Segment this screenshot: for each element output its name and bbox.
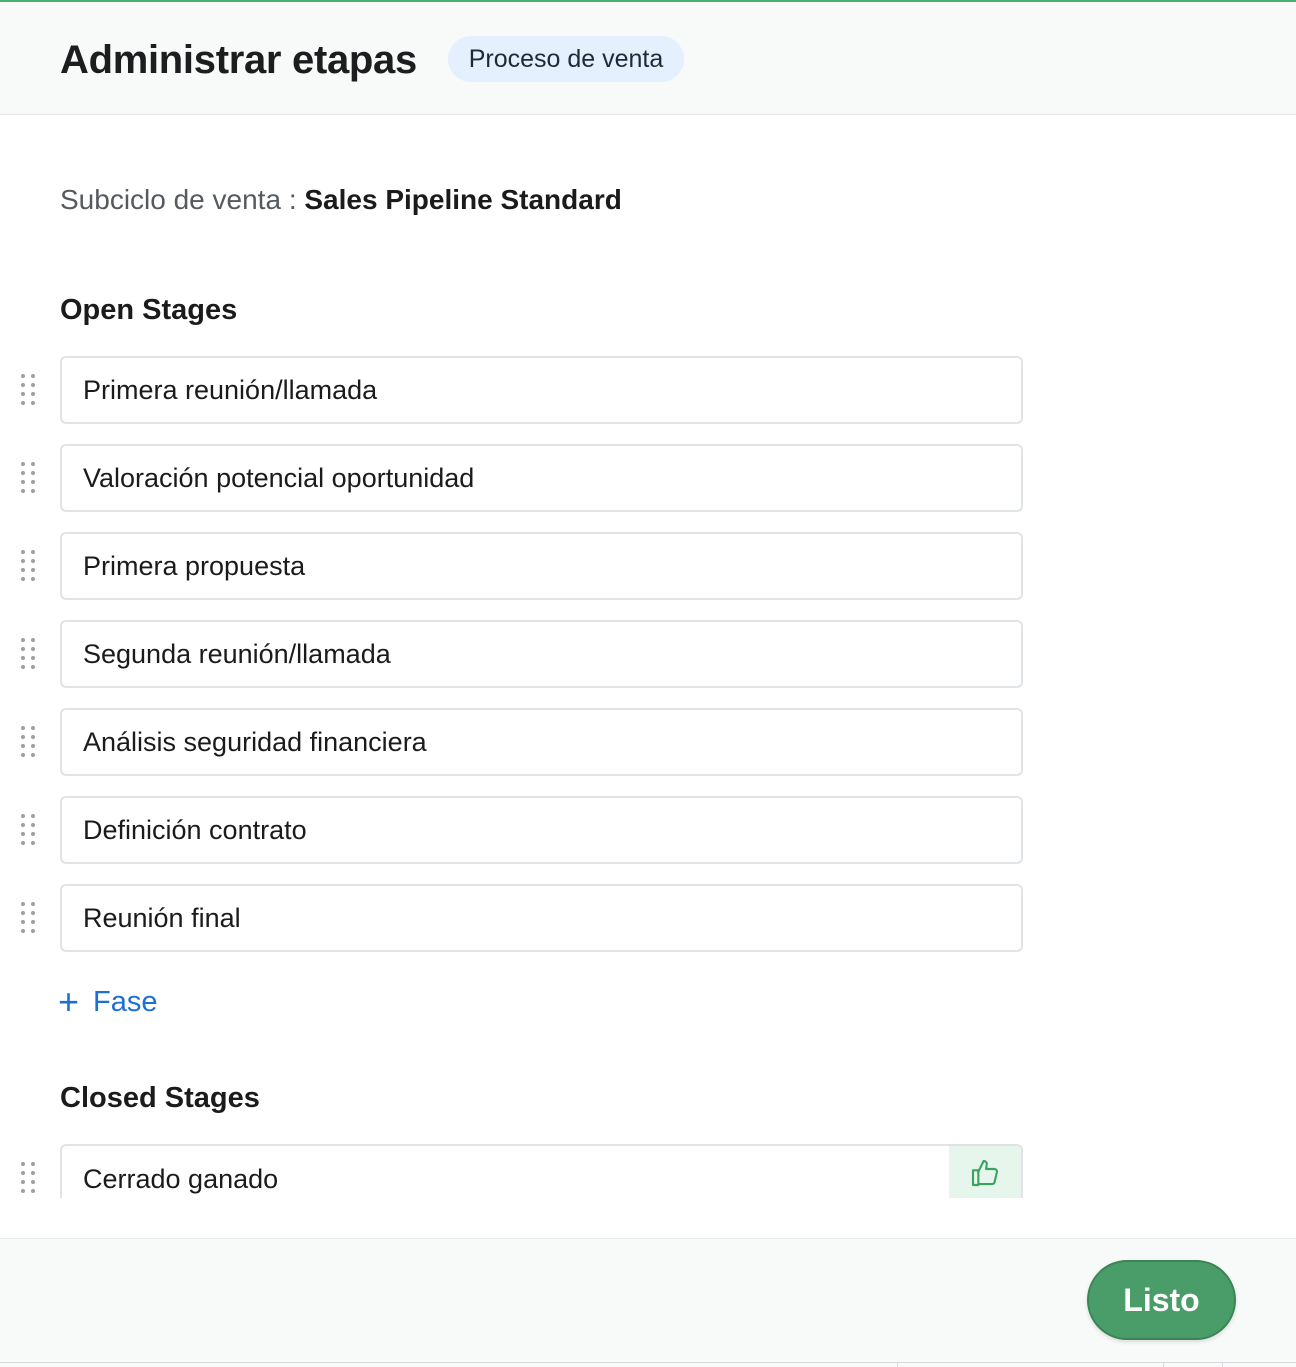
done-button[interactable]: Listo	[1087, 1260, 1236, 1340]
stage-name-field[interactable]: Segunda reunión/llamada	[60, 620, 1023, 688]
drag-handle-icon[interactable]	[21, 726, 37, 758]
stage-name-field[interactable]: Reunión final	[60, 884, 1023, 952]
dialog-header: Administrar etapas Proceso de venta	[0, 2, 1296, 115]
stage-label: Primera reunión/llamada	[83, 375, 378, 405]
stage-label: Cerrado ganado	[83, 1164, 279, 1194]
stage-label: Definición contrato	[83, 815, 307, 845]
stage-row: Reunión final	[0, 884, 1030, 952]
stage-name-field[interactable]: Cerrado ganado	[60, 1144, 1023, 1198]
bottom-divider	[0, 1362, 1296, 1367]
pipeline-badge: Proceso de venta	[448, 36, 684, 82]
divider-tick	[897, 1363, 898, 1367]
stage-row: Análisis seguridad financiera	[0, 708, 1030, 776]
drag-handle-icon[interactable]	[21, 462, 37, 494]
stage-row: Segunda reunión/llamada	[0, 620, 1030, 688]
divider-tick	[1222, 1363, 1223, 1367]
stage-name-field[interactable]: Primera reunión/llamada	[60, 356, 1023, 424]
stage-row: Primera propuesta	[0, 532, 1030, 600]
stage-label: Segunda reunión/llamada	[83, 639, 391, 669]
stage-name-field[interactable]: Definición contrato	[60, 796, 1023, 864]
plus-icon: +	[58, 981, 80, 1022]
stage-row: Definición contrato	[0, 796, 1030, 864]
stage-name-field[interactable]: Primera propuesta	[60, 532, 1023, 600]
closed-stages-heading: Closed Stages	[60, 1082, 260, 1114]
drag-handle-icon[interactable]	[21, 814, 37, 846]
subcycle-value: Sales Pipeline Standard	[304, 184, 622, 215]
thumbs-up-icon[interactable]	[949, 1146, 1021, 1198]
stage-name-field[interactable]: Valoración potencial oportunidad	[60, 444, 1023, 512]
stage-label: Primera propuesta	[83, 551, 306, 581]
add-stage-label: Fase	[93, 986, 158, 1018]
subcycle-info: Subciclo de venta : Sales Pipeline Stand…	[60, 180, 622, 220]
drag-handle-icon[interactable]	[21, 550, 37, 582]
subcycle-label: Subciclo de venta :	[60, 184, 297, 215]
dialog-footer: Listo	[0, 1238, 1296, 1367]
open-stages-heading: Open Stages	[60, 294, 238, 326]
drag-handle-icon[interactable]	[21, 638, 37, 670]
stage-row: Valoración potencial oportunidad	[0, 444, 1030, 512]
stage-label: Valoración potencial oportunidad	[83, 463, 475, 493]
drag-handle-icon[interactable]	[21, 902, 37, 934]
divider-tick	[1163, 1363, 1164, 1367]
stage-name-field[interactable]: Análisis seguridad financiera	[60, 708, 1023, 776]
stage-row: Primera reunión/llamada	[0, 356, 1030, 424]
dialog-title: Administrar etapas	[60, 38, 417, 82]
drag-handle-icon[interactable]	[21, 1162, 37, 1194]
stage-label: Reunión final	[83, 903, 241, 933]
drag-handle-icon[interactable]	[21, 374, 37, 406]
add-stage-button[interactable]: + Fase	[58, 982, 158, 1022]
stage-label: Análisis seguridad financiera	[83, 727, 427, 757]
